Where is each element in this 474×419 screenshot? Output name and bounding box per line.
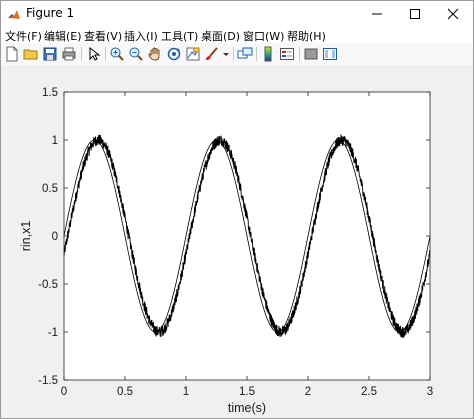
pan-hand-icon[interactable] [147,46,163,62]
maximize-icon [409,5,421,24]
y-tick-label: -0.5 [38,279,58,291]
window-title: Figure 1 [26,6,75,20]
plot-area[interactable]: 0 0.5 1 1.5 2 2.5 31.510.50-0.5-1-1.5 time(s) … [1,65,473,418]
y-tick-label: -1.5 [38,375,58,387]
menu-window[interactable]: 窗口(W) [243,28,284,44]
show-plot-tools-icon[interactable] [322,46,338,62]
x-tick-label: 2.5 [361,386,377,398]
x-tick-label: 1 [183,386,189,398]
x-axis-label: time(s) [228,401,266,415]
matlab-icon [7,7,21,21]
close-button[interactable] [434,1,472,28]
data-cursor-icon[interactable] [185,46,201,62]
minimize-button[interactable] [358,1,396,28]
x-tick-label: 0 [61,386,67,398]
menu-view[interactable]: 查看(V) [84,28,122,44]
y-tick-label: -1 [48,327,58,339]
colorbar-icon[interactable] [260,46,276,62]
figure-toolbar [1,43,473,66]
x-tick-label: 1.5 [239,386,255,398]
maximize-button[interactable] [396,1,434,28]
close-icon [447,5,459,24]
x-tick-label: 0.5 [117,386,133,398]
x-tick-label: 2 [305,386,311,398]
figure-canvas: 0 0.5 1 1.5 2 2.5 3 1.5 1 0.5 0 -0.5 -1 -1.5 time(s) … [1,65,473,418]
y-tick-label: 0 [52,231,58,243]
toolbar-separator [299,47,300,61]
toolbar-separator [256,47,257,61]
rotate-3d-icon[interactable] [166,46,182,62]
zoom-out-icon[interactable] [128,46,144,62]
print-icon[interactable] [61,46,77,62]
link-plot-icon[interactable] [237,46,253,62]
y-tick-label: 1 [52,135,58,147]
brush-dropdown-icon[interactable] [222,46,230,62]
toolbar-separator [105,47,106,61]
zoom-in-icon[interactable] [109,46,125,62]
menu-desktop[interactable]: 桌面(D) [201,28,240,44]
menu-file[interactable]: 文件(F) [5,28,42,44]
y-axis-label: rin,x1 [19,221,33,252]
brush-icon[interactable] [204,46,220,62]
menu-insert[interactable]: 插入(I) [124,28,158,44]
toolbar-separator [81,47,82,61]
save-icon[interactable] [42,46,58,62]
y-tick-label: 0.5 [42,183,58,195]
open-file-icon[interactable] [23,46,39,62]
select-arrow-icon[interactable] [86,46,102,62]
menu-help[interactable]: 帮助(H) [287,28,326,44]
menu-bar: 文件(F) 编辑(E) 查看(V) 插入(I) 工具(T) 桌面(D) 窗口(W… [1,27,473,43]
legend-icon[interactable] [279,46,295,62]
y-tick-label: 1.5 [42,87,58,99]
title-bar: Figure 1 [1,1,473,28]
toolbar-separator [233,47,234,61]
x-tick-label: 3 [427,386,433,398]
menu-edit[interactable]: 编辑(E) [44,28,82,44]
figure-window: Figure 1 文件(F) 编辑(E) 查看(V) 插入(I) 工具(T) 桌… [0,0,474,419]
menu-tools[interactable]: 工具(T) [161,28,198,44]
minimize-icon [371,5,383,24]
hide-plot-tools-icon[interactable] [303,46,319,62]
new-figure-icon[interactable] [4,46,20,62]
